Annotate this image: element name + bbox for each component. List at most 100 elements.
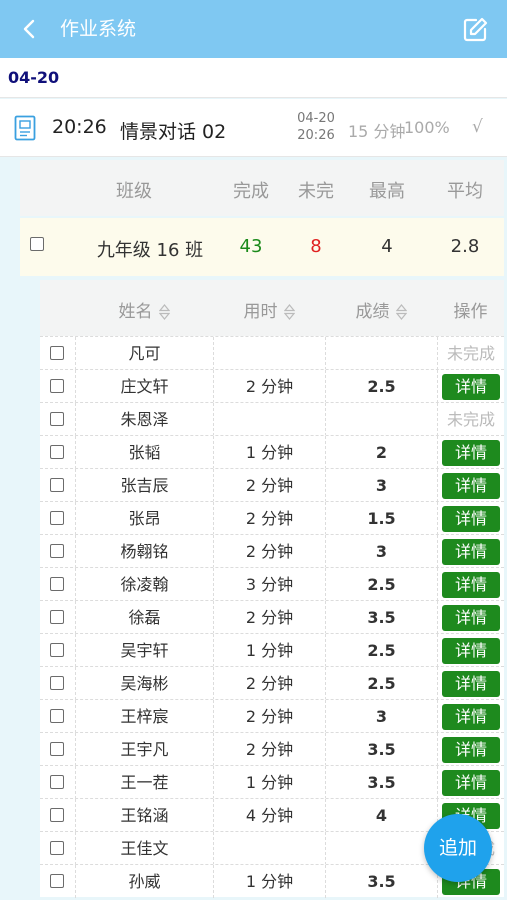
class-row[interactable]: 九年级 16 班 43 8 4 2.8	[20, 218, 504, 276]
row-checkbox[interactable]	[50, 775, 64, 789]
class-checkbox[interactable]	[30, 237, 44, 251]
undone-label: 未完成	[446, 410, 495, 429]
detail-button[interactable]: 详情	[442, 440, 500, 466]
student-time: 1 分钟	[213, 766, 325, 799]
check-mark-icon: √	[472, 117, 483, 137]
row-checkbox[interactable]	[50, 709, 64, 723]
detail-button[interactable]: 详情	[442, 737, 500, 763]
student-score: 2.5	[325, 568, 437, 601]
header-class: 班级	[116, 181, 152, 202]
row-checkbox[interactable]	[50, 577, 64, 591]
student-time: 2 分钟	[213, 370, 325, 403]
student-name: 王梓宸	[75, 700, 213, 733]
student-rows: 凡可 未完成 庄文轩 2 分钟 2.5 详情 朱恩泽 未完成 张韬 1 分钟 2 详情 张吉辰 2 分钟 3…	[40, 336, 504, 898]
header-op: 操作	[453, 302, 488, 322]
header-done: 完成	[233, 181, 269, 202]
table-row: 杨翱铭 2 分钟 3 详情	[40, 534, 504, 568]
student-score: 2	[325, 436, 437, 469]
student-score: 3	[325, 700, 437, 733]
student-name: 吴宇轩	[75, 634, 213, 667]
row-checkbox[interactable]	[50, 412, 64, 426]
homework-row[interactable]: 20:26 情景对话 02 04-20 20:26 15 分钟 100% √	[0, 99, 507, 157]
student-score	[325, 832, 437, 865]
homework-name: 情景对话 02	[120, 121, 227, 143]
student-name: 朱恩泽	[75, 403, 213, 436]
table-row: 庄文轩 2 分钟 2.5 详情	[40, 369, 504, 403]
detail-button[interactable]: 详情	[442, 539, 500, 565]
detail-button[interactable]: 详情	[442, 473, 500, 499]
student-table-header: 姓名 用时 成绩 操作	[40, 280, 504, 336]
detail-button[interactable]: 详情	[442, 704, 500, 730]
detail-button[interactable]: 详情	[442, 671, 500, 697]
row-action: 详情	[437, 601, 504, 634]
row-checkbox[interactable]	[50, 511, 64, 525]
row-action: 详情	[437, 766, 504, 799]
chevron-left-icon[interactable]	[18, 17, 42, 41]
sort-icon	[395, 304, 407, 320]
edit-square-icon[interactable]	[461, 16, 489, 44]
student-time: 4 分钟	[213, 799, 325, 832]
student-name: 王佳文	[75, 832, 213, 865]
row-action: 详情	[437, 469, 504, 502]
sort-by-name[interactable]: 姓名	[75, 297, 213, 322]
student-time: 2 分钟	[213, 502, 325, 535]
page-title: 作业系统	[60, 18, 137, 40]
detail-button[interactable]: 详情	[442, 572, 500, 598]
row-checkbox[interactable]	[50, 445, 64, 459]
homework-time: 20:26	[52, 116, 107, 138]
table-row: 徐磊 2 分钟 3.5 详情	[40, 600, 504, 634]
row-checkbox[interactable]	[50, 478, 64, 492]
student-time: 3 分钟	[213, 568, 325, 601]
table-row: 朱恩泽 未完成	[40, 402, 504, 436]
row-action: 详情	[437, 436, 504, 469]
table-row: 张吉辰 2 分钟 3 详情	[40, 468, 504, 502]
class-table-header: 班级 完成 未完 最高 平均	[20, 160, 504, 216]
row-checkbox[interactable]	[50, 874, 64, 888]
date-group-header: 04-20	[0, 58, 507, 98]
student-score: 2.5	[325, 667, 437, 700]
student-score: 1.5	[325, 502, 437, 535]
detail-button[interactable]: 详情	[442, 770, 500, 796]
table-row: 吴海彬 2 分钟 2.5 详情	[40, 666, 504, 700]
row-checkbox[interactable]	[50, 610, 64, 624]
row-checkbox[interactable]	[50, 643, 64, 657]
row-checkbox[interactable]	[50, 676, 64, 690]
document-icon	[14, 115, 36, 141]
table-row: 王宇凡 2 分钟 3.5 详情	[40, 732, 504, 766]
student-score: 3	[325, 469, 437, 502]
sort-by-score[interactable]: 成绩	[325, 297, 437, 322]
detail-button[interactable]: 详情	[442, 374, 500, 400]
student-score: 3.5	[325, 733, 437, 766]
row-action: 详情	[437, 535, 504, 568]
row-checkbox[interactable]	[50, 742, 64, 756]
append-button[interactable]: 追加	[424, 814, 492, 882]
student-score: 3	[325, 535, 437, 568]
row-checkbox[interactable]	[50, 346, 64, 360]
student-name: 庄文轩	[75, 370, 213, 403]
class-max-score: 4	[381, 236, 393, 257]
student-name: 徐磊	[75, 601, 213, 634]
table-row: 王梓宸 2 分钟 3 详情	[40, 699, 504, 733]
detail-button[interactable]: 详情	[442, 638, 500, 664]
student-time: 2 分钟	[213, 469, 325, 502]
homework-date: 04-20	[297, 111, 335, 126]
row-checkbox[interactable]	[50, 379, 64, 393]
header-score: 成绩	[355, 302, 390, 322]
row-action: 详情	[437, 667, 504, 700]
student-time: 1 分钟	[213, 436, 325, 469]
table-row: 张昂 2 分钟 1.5 详情	[40, 501, 504, 535]
student-time: 1 分钟	[213, 634, 325, 667]
row-action: 详情	[437, 568, 504, 601]
student-score: 3.5	[325, 766, 437, 799]
detail-button[interactable]: 详情	[442, 605, 500, 631]
detail-button[interactable]: 详情	[442, 506, 500, 532]
student-name: 吴海彬	[75, 667, 213, 700]
row-checkbox[interactable]	[50, 841, 64, 855]
student-time: 1 分钟	[213, 865, 325, 898]
sort-by-time[interactable]: 用时	[213, 297, 325, 322]
student-name: 徐凌翰	[75, 568, 213, 601]
row-checkbox[interactable]	[50, 544, 64, 558]
class-name: 九年级 16 班	[96, 240, 204, 261]
homework-percent: 100%	[404, 118, 450, 137]
row-checkbox[interactable]	[50, 808, 64, 822]
